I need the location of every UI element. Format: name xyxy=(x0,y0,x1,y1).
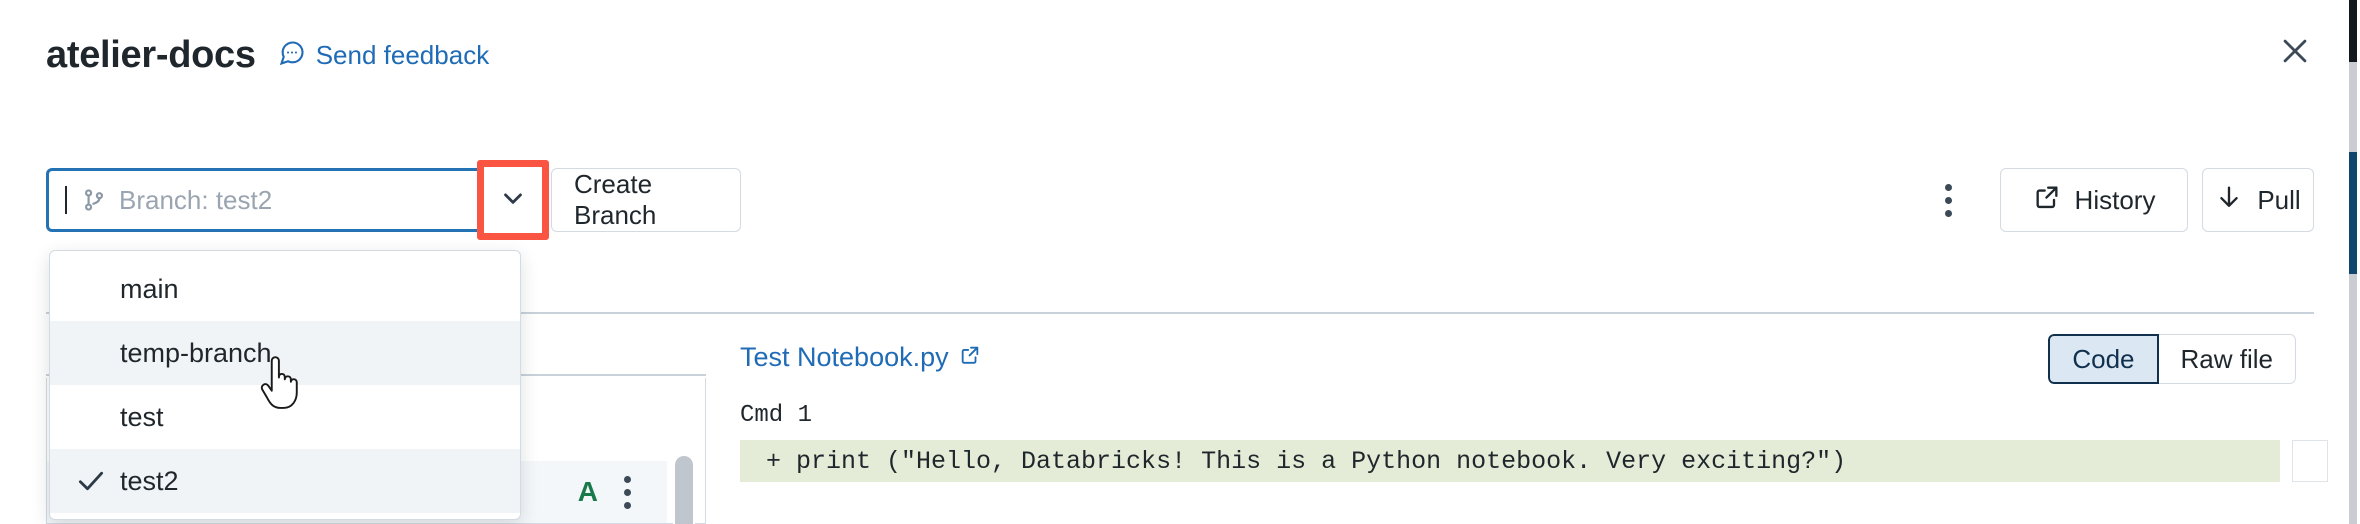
tab-raw-file[interactable]: Raw file xyxy=(2159,334,2296,384)
branch-dropdown-highlight xyxy=(477,160,549,240)
menu-item-label: temp-branch xyxy=(120,338,272,369)
diff-panel: Test Notebook.py Cmd 1 + print ("Hello, … xyxy=(740,314,2328,524)
external-link-icon xyxy=(959,342,981,373)
view-mode-toggle: Code Raw file xyxy=(2048,334,2296,384)
title-row: atelier-docs Send feedback xyxy=(46,36,489,74)
scrollbar-top-segment xyxy=(2349,0,2357,62)
close-icon xyxy=(2278,34,2312,73)
branch-dropdown-menu: main temp-branch test test2 xyxy=(49,250,521,520)
arrow-down-icon xyxy=(2215,183,2243,218)
menu-item-label: main xyxy=(120,274,179,305)
tab-code[interactable]: Code xyxy=(2048,334,2158,384)
diff-file-name: Test Notebook.py xyxy=(740,342,949,373)
status-badge: A xyxy=(578,476,598,508)
create-branch-label: Create Branch xyxy=(574,169,718,231)
page-scrollbar[interactable] xyxy=(2346,0,2360,524)
history-button[interactable]: History xyxy=(2000,168,2188,232)
send-feedback-label: Send feedback xyxy=(316,42,489,68)
menu-item-test2[interactable]: test2 xyxy=(50,449,520,513)
kebab-menu-icon xyxy=(1945,181,1952,220)
scrollbar-thumb[interactable] xyxy=(675,456,693,524)
menu-item-temp-branch[interactable]: temp-branch xyxy=(50,321,520,385)
git-toolbar: Branch: test2 Create Branch xyxy=(0,168,2360,240)
dialog-header: atelier-docs Send feedback xyxy=(0,0,2360,110)
diff-line-gutter xyxy=(2292,440,2328,482)
git-folder-dialog: atelier-docs Send feedback xyxy=(0,0,2360,524)
changes-list-scrollbar[interactable] xyxy=(673,452,695,524)
toolbar-overflow-button[interactable] xyxy=(1924,176,1972,224)
cmd-label: Cmd 1 xyxy=(740,402,812,429)
check-icon xyxy=(74,464,120,498)
git-branch-icon xyxy=(81,186,107,214)
history-label: History xyxy=(2075,185,2156,216)
menu-item-label: test xyxy=(120,402,164,433)
scrollbar-thumb[interactable] xyxy=(2349,152,2357,274)
diff-file-link[interactable]: Test Notebook.py xyxy=(740,342,981,373)
branch-select-input[interactable]: Branch: test2 xyxy=(46,168,520,232)
send-feedback-link[interactable]: Send feedback xyxy=(278,39,489,71)
branch-input-placeholder: Branch: test2 xyxy=(119,185,272,216)
external-link-icon xyxy=(2033,183,2061,218)
chat-bubble-icon xyxy=(278,39,306,71)
kebab-menu-icon[interactable] xyxy=(624,473,631,512)
chevron-down-icon xyxy=(498,183,528,218)
pull-label: Pull xyxy=(2257,185,2300,216)
branch-dropdown-toggle[interactable] xyxy=(484,167,542,233)
page-title: atelier-docs xyxy=(46,36,256,74)
pull-button[interactable]: Pull xyxy=(2202,168,2314,232)
menu-item-label: test2 xyxy=(120,466,179,497)
create-branch-button[interactable]: Create Branch xyxy=(551,168,741,232)
menu-item-test[interactable]: test xyxy=(50,385,520,449)
text-caret xyxy=(65,186,67,214)
close-button[interactable] xyxy=(2272,30,2318,76)
menu-item-main[interactable]: main xyxy=(50,257,520,321)
diff-added-line: + print ("Hello, Databricks! This is a P… xyxy=(740,440,2280,482)
